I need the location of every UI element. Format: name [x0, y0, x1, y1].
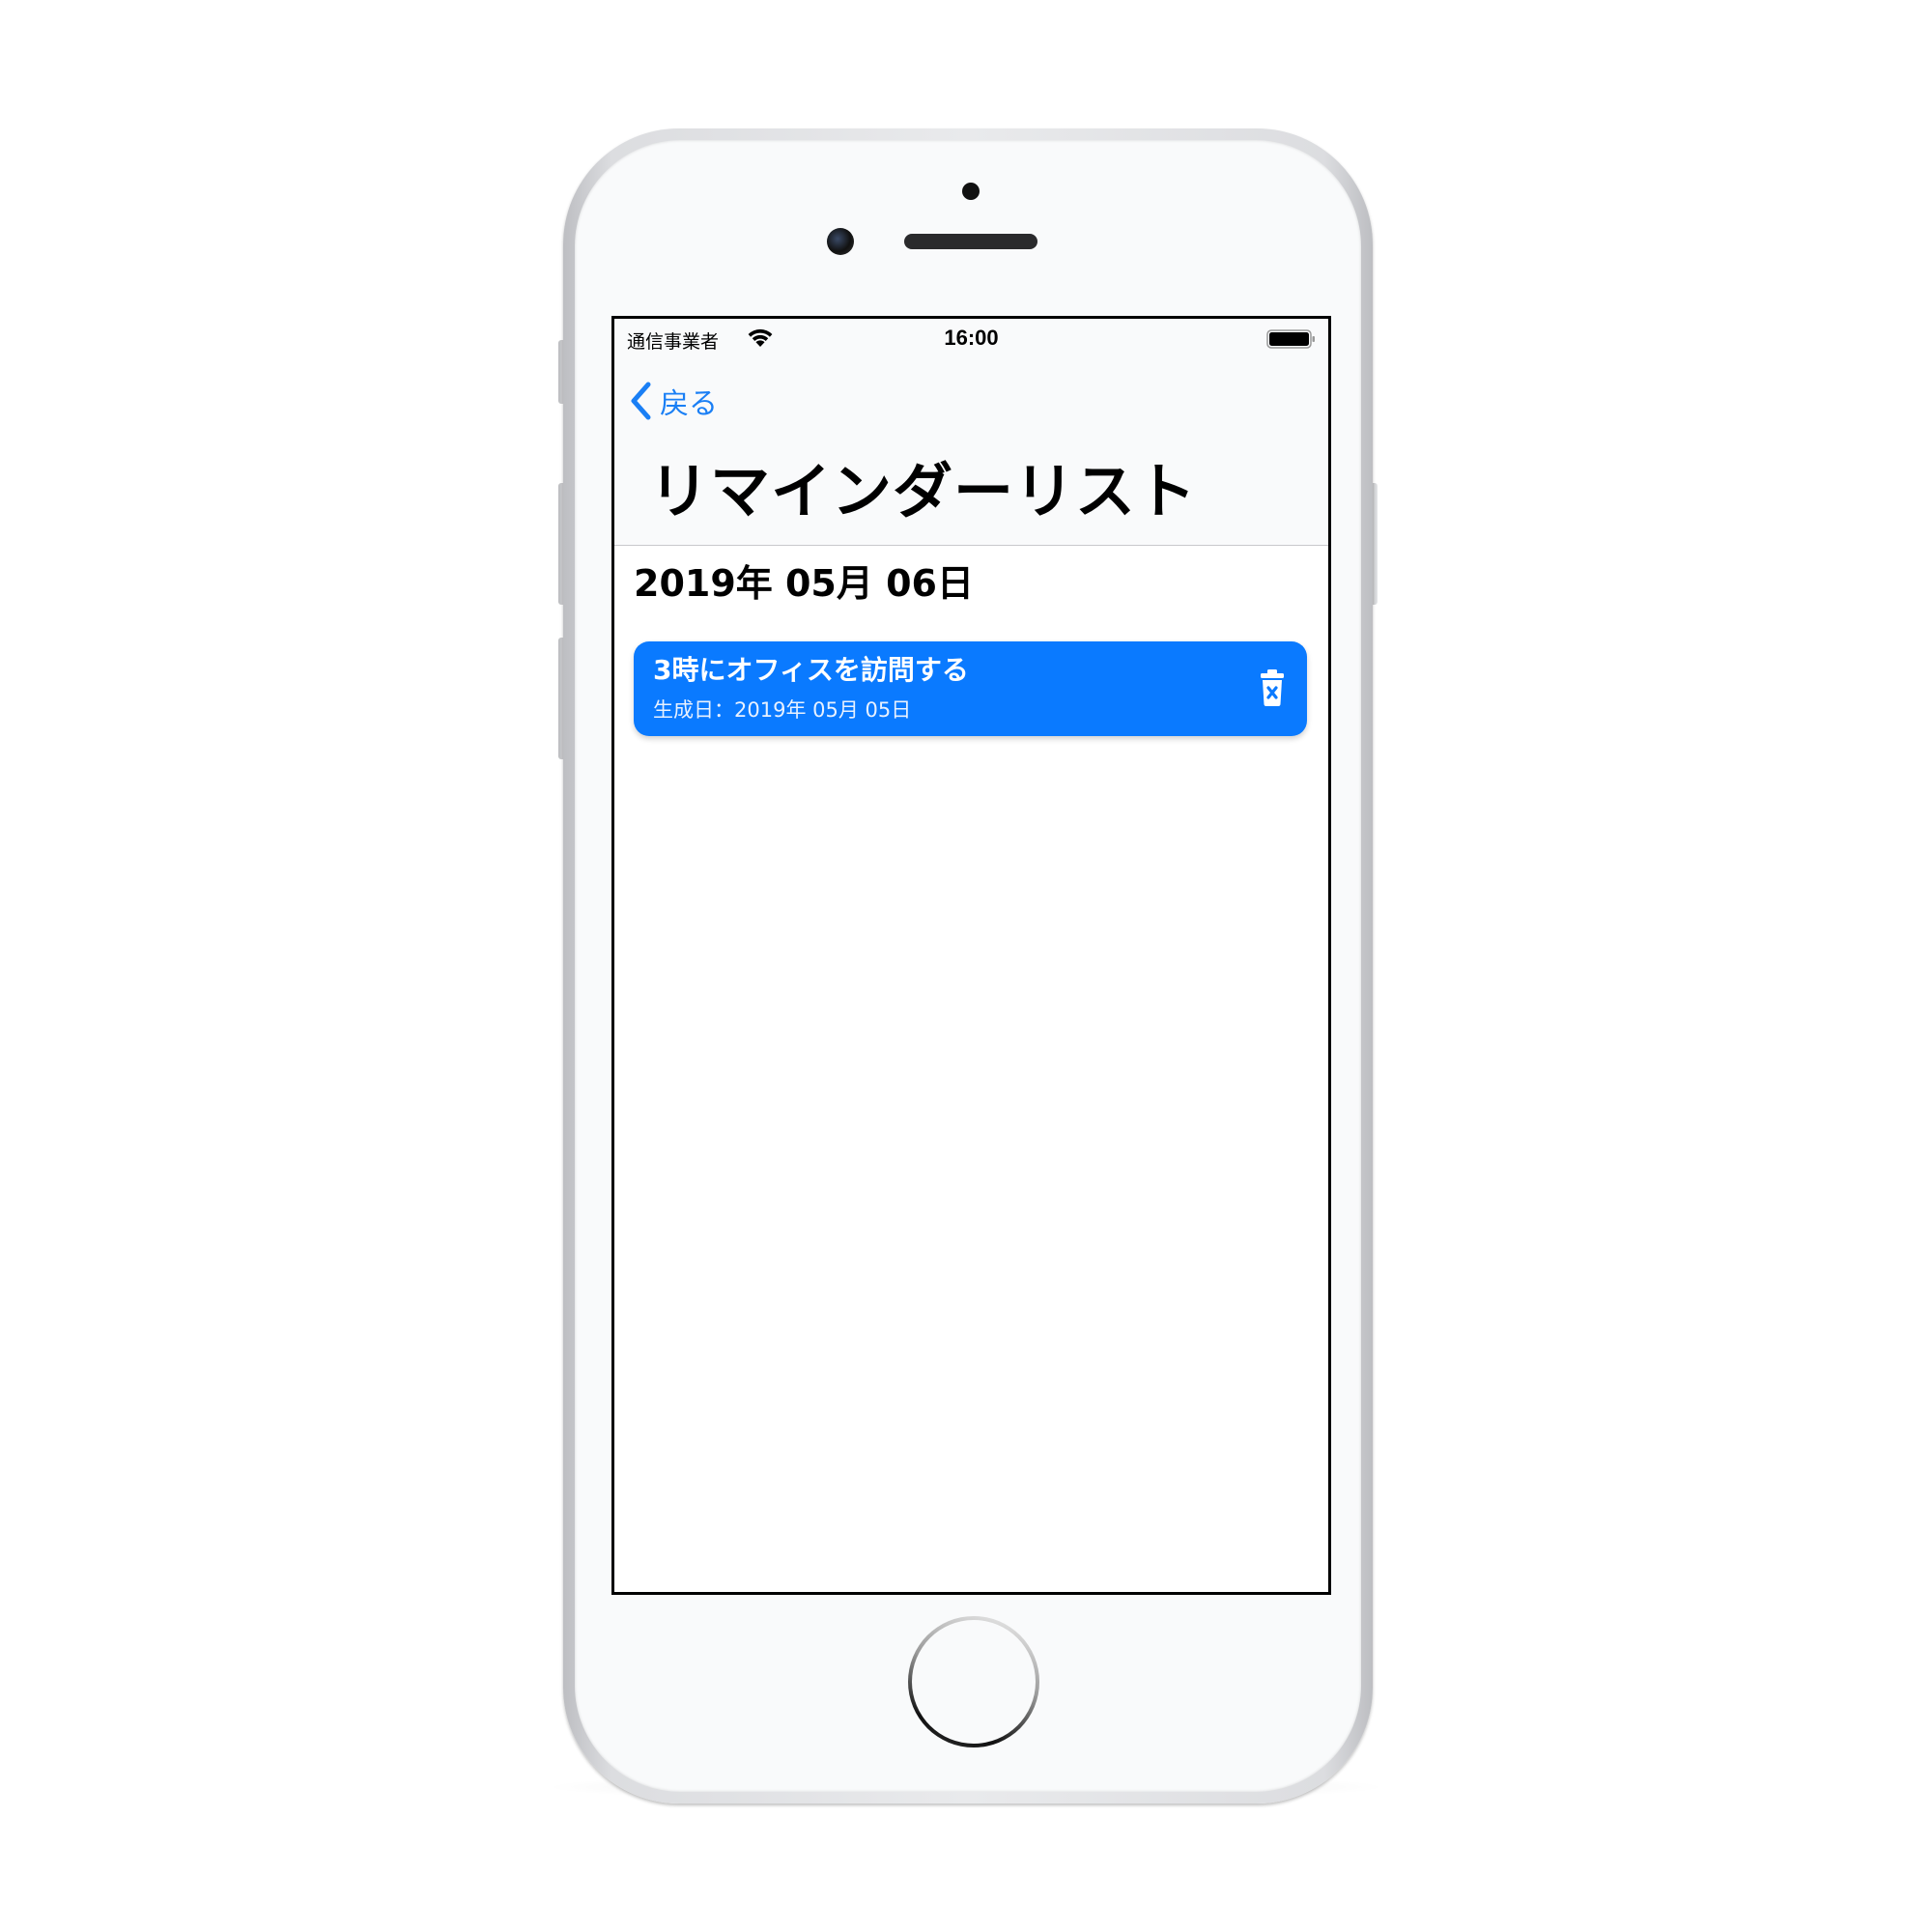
status-time: 16:00 — [944, 326, 999, 350]
front-camera — [827, 228, 854, 255]
status-bar: 通信事業者 16:00 — [614, 319, 1328, 357]
page-title: リマインダーリスト — [649, 456, 1198, 526]
reminder-title: 3時にオフィスを訪問する — [653, 654, 969, 686]
reminder-item[interactable]: 3時にオフィスを訪問する 生成日：2019年 05月 05日 — [634, 641, 1307, 736]
back-button[interactable]: 戻る — [629, 379, 718, 423]
home-button[interactable] — [908, 1616, 1039, 1747]
created-date-value: 2019年 05月 05日 — [734, 698, 912, 722]
device-mockup: 通信事業者 16:00 戻る リマインダーリスト 2019年 05月 06日 3… — [0, 0, 1932, 1932]
back-label: 戻る — [660, 387, 718, 421]
created-label: 生成日： — [653, 698, 734, 722]
section-date-header: 2019年 05月 06日 — [634, 562, 974, 605]
trash-icon[interactable] — [1259, 668, 1286, 707]
proximity-sensor — [962, 183, 980, 200]
battery-icon — [1266, 329, 1315, 349]
phone-screen: 通信事業者 16:00 戻る リマインダーリスト 2019年 05月 06日 3… — [611, 316, 1331, 1595]
reminder-list: 2019年 05月 06日 3時にオフィスを訪問する 生成日：2019年 05月… — [614, 546, 1328, 1592]
chevron-left-icon — [631, 382, 651, 420]
navigation-bar: 戻る リマインダーリスト — [614, 357, 1328, 546]
reminder-created-date: 生成日：2019年 05月 05日 — [653, 697, 911, 723]
earpiece-speaker — [904, 234, 1037, 249]
